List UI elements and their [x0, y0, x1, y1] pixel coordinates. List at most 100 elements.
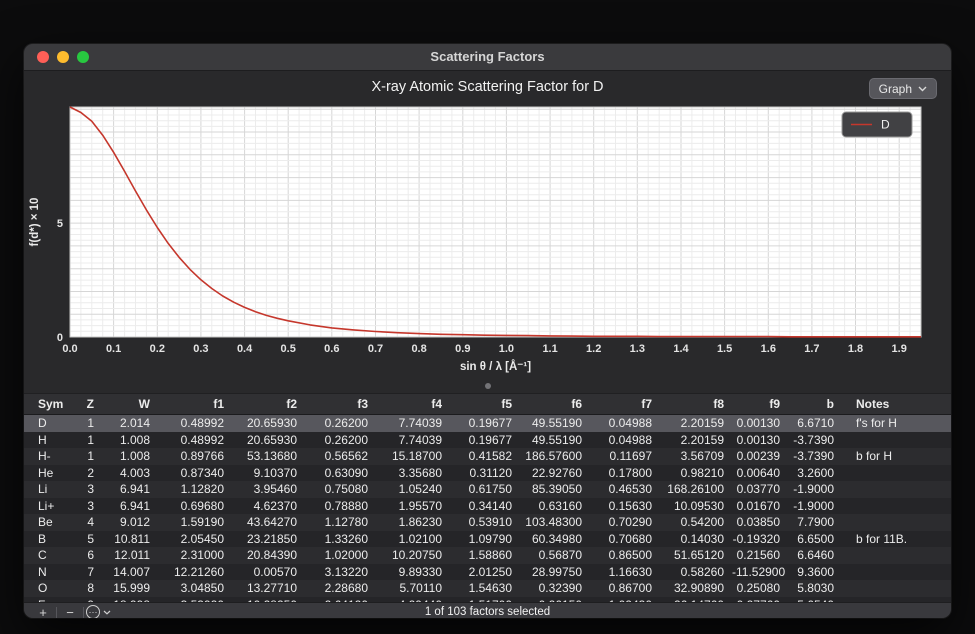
cell-f7: 1.16630: [590, 564, 660, 581]
cell-f3: 1.02000: [305, 547, 376, 564]
column-header-w[interactable]: W: [102, 394, 158, 415]
cell-notes: [842, 547, 951, 564]
cell-f3: 3.13220: [305, 564, 376, 581]
cell-f6: 49.55190: [520, 415, 590, 432]
column-header-f1[interactable]: f1: [158, 394, 232, 415]
cell-f1: 2.31000: [158, 547, 232, 564]
cell-sym: Be: [24, 514, 68, 531]
cell-f6: 0.56870: [520, 547, 590, 564]
cell-f7: 0.70290: [590, 514, 660, 531]
cell-f7: 0.46530: [590, 481, 660, 498]
svg-text:1.4: 1.4: [673, 343, 689, 355]
table-row[interactable]: Be49.0121.5919043.642701.127801.862300.5…: [24, 514, 951, 531]
cell-z: 3: [68, 498, 102, 515]
table-row[interactable]: Li+36.9410.696804.623700.788801.955700.3…: [24, 498, 951, 515]
cell-f7: 0.70680: [590, 531, 660, 548]
cell-f8: 2.20159: [660, 432, 732, 449]
svg-text:0.0: 0.0: [62, 343, 77, 355]
minimize-button[interactable]: [57, 51, 69, 63]
cell-f4: 10.20750: [376, 547, 450, 564]
cell-f1: 0.48992: [158, 415, 232, 432]
cell-w: 10.811: [102, 531, 158, 548]
cell-f6: 0.63160: [520, 498, 590, 515]
table-row[interactable]: O815.9993.0485013.277102.286805.701101.5…: [24, 580, 951, 597]
cell-f9: 0.00130: [732, 415, 788, 432]
cell-f1: 1.12820: [158, 481, 232, 498]
column-header-b[interactable]: b: [788, 394, 842, 415]
cell-w: 4.003: [102, 465, 158, 482]
cell-f8: 168.26100: [660, 481, 732, 498]
table-row[interactable]: H-11.0080.8976653.136800.5656215.187000.…: [24, 448, 951, 465]
column-header-f8[interactable]: f8: [660, 394, 732, 415]
cell-sym: B: [24, 531, 68, 548]
remove-factor-button[interactable]: −: [59, 604, 81, 619]
footer-bar: 1 of 103 factors selected + − ⋯: [24, 602, 951, 618]
column-header-f3[interactable]: f3: [305, 394, 376, 415]
table-row[interactable]: B510.8112.0545023.218501.332601.021001.0…: [24, 531, 951, 548]
table-row[interactable]: H11.0080.4899220.659300.262007.740390.19…: [24, 432, 951, 449]
cell-f5: 0.53910: [450, 514, 520, 531]
window-title: Scattering Factors: [24, 44, 951, 70]
titlebar[interactable]: Scattering Factors: [24, 44, 951, 71]
cell-z: 1: [68, 415, 102, 432]
svg-text:0.4: 0.4: [237, 343, 253, 355]
svg-text:0.3: 0.3: [193, 343, 208, 355]
cell-f1: 12.21260: [158, 564, 232, 581]
column-header-f9[interactable]: f9: [732, 394, 788, 415]
cell-f7: 0.17800: [590, 465, 660, 482]
cell-w: 6.941: [102, 498, 158, 515]
table-row[interactable]: Li36.9411.128203.954600.750801.052400.61…: [24, 481, 951, 498]
cell-notes: [842, 514, 951, 531]
cell-b: 9.3600: [788, 564, 842, 581]
cell-f4: 9.89330: [376, 564, 450, 581]
cell-w: 9.012: [102, 514, 158, 531]
cell-f2: 20.65930: [232, 432, 305, 449]
column-header-notes[interactable]: Notes: [842, 394, 951, 415]
zoom-button[interactable]: [77, 51, 89, 63]
table-row[interactable]: D12.0140.4899220.659300.262007.740390.19…: [24, 415, 951, 432]
cell-f6: 60.34980: [520, 531, 590, 548]
cell-f4: 1.05240: [376, 481, 450, 498]
column-header-sym[interactable]: Sym: [24, 394, 68, 415]
cell-f8: 3.56709: [660, 448, 732, 465]
cell-f4: 1.95570: [376, 498, 450, 515]
cell-w: 2.014: [102, 415, 158, 432]
cell-w: 12.011: [102, 547, 158, 564]
cell-f2: 43.64270: [232, 514, 305, 531]
close-button[interactable]: [37, 51, 49, 63]
cell-f5: 0.34140: [450, 498, 520, 515]
splitter-handle-icon: [485, 383, 491, 389]
graph-popup-label: Graph: [879, 82, 912, 96]
table-row[interactable]: N714.00712.212600.005703.132209.893302.0…: [24, 564, 951, 581]
pane-splitter[interactable]: [24, 379, 951, 393]
cell-z: 5: [68, 531, 102, 548]
graph-mode-popup[interactable]: Graph: [869, 78, 937, 99]
svg-text:1.8: 1.8: [848, 343, 863, 355]
y-axis-label: f(d*) × 10: [29, 198, 41, 247]
cell-notes: b for H: [842, 448, 951, 465]
chart-section: X-ray Atomic Scattering Factor for D Gra…: [24, 71, 951, 379]
column-header-f6[interactable]: f6: [520, 394, 590, 415]
column-header-f4[interactable]: f4: [376, 394, 450, 415]
svg-text:0.7: 0.7: [368, 343, 383, 355]
actions-menu-button[interactable]: ⋯: [86, 605, 111, 618]
column-header-z[interactable]: Z: [68, 394, 102, 415]
cell-f5: 0.61750: [450, 481, 520, 498]
column-header-f5[interactable]: f5: [450, 394, 520, 415]
cell-f3: 0.75080: [305, 481, 376, 498]
svg-text:0.6: 0.6: [324, 343, 339, 355]
cell-f4: 1.86230: [376, 514, 450, 531]
cell-notes: [842, 481, 951, 498]
cell-f6: 186.57600: [520, 448, 590, 465]
svg-text:1.6: 1.6: [761, 343, 776, 355]
table-row[interactable]: C612.0112.3100020.843901.0200010.207501.…: [24, 547, 951, 564]
column-header-f7[interactable]: f7: [590, 394, 660, 415]
column-header-f2[interactable]: f2: [232, 394, 305, 415]
cell-notes: [842, 498, 951, 515]
cell-f5: 1.54630: [450, 580, 520, 597]
add-factor-button[interactable]: +: [32, 604, 54, 619]
cell-sym: C: [24, 547, 68, 564]
table-row[interactable]: He24.0030.873409.103700.630903.356800.31…: [24, 465, 951, 482]
x-axis-label: sin θ / λ [Å⁻¹]: [460, 360, 531, 373]
svg-text:0.8: 0.8: [411, 343, 426, 355]
